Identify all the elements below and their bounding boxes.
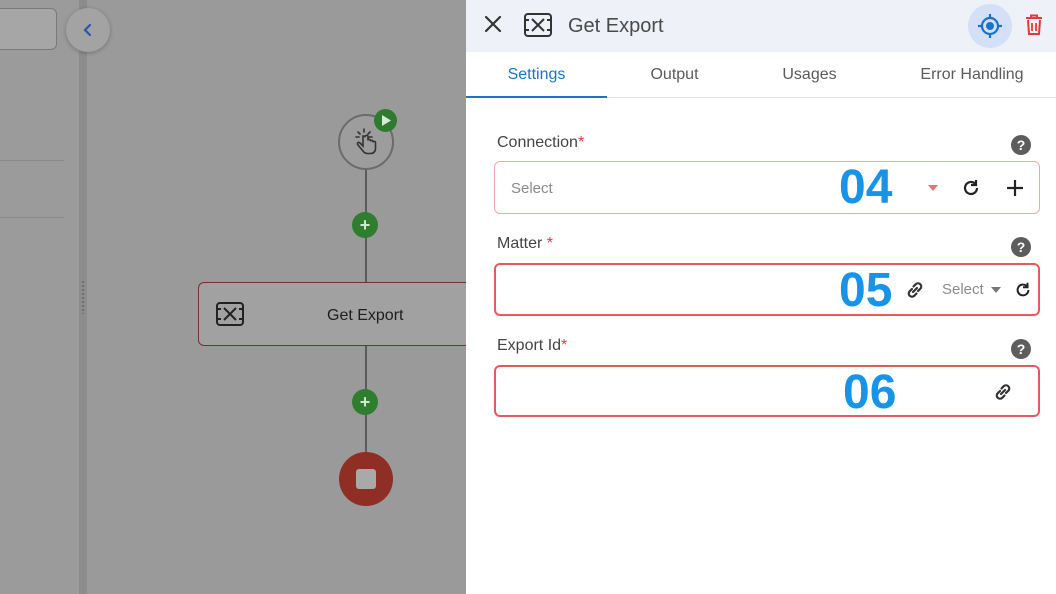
annotation-number: 04: [839, 161, 893, 214]
add-icon[interactable]: [1003, 176, 1027, 200]
connection-placeholder: Select: [511, 180, 553, 197]
workflow-canvas: + Get Export +: [0, 0, 466, 594]
tab-settings[interactable]: Settings: [466, 52, 607, 98]
step-node-label: Get Export: [327, 307, 404, 324]
matter-select-label[interactable]: Select: [942, 281, 984, 298]
export-id-field[interactable]: 06: [494, 365, 1040, 417]
refresh-icon[interactable]: [959, 176, 983, 200]
matter-label: Matter *: [497, 235, 554, 252]
connection-label: Connection*: [497, 134, 585, 151]
refresh-icon[interactable]: [1012, 279, 1034, 301]
rail-search-box[interactable]: [0, 8, 57, 50]
step-node-get-export[interactable]: Get Export: [198, 282, 466, 346]
panel-tabs: Settings Output Usages Error Handling: [466, 52, 1056, 98]
trash-icon: [1026, 14, 1042, 35]
play-icon: [381, 115, 391, 126]
left-rail: [0, 0, 80, 594]
connection-select[interactable]: Select 04: [494, 161, 1040, 214]
stop-icon: [356, 469, 376, 489]
chevron-left-icon: [83, 23, 92, 37]
target-icon: [978, 14, 1002, 38]
close-icon[interactable]: [482, 13, 504, 35]
dropdown-caret-icon[interactable]: [925, 180, 941, 196]
tab-error-handling[interactable]: Error Handling: [877, 52, 1056, 98]
collapse-sidebar-button[interactable]: [66, 8, 110, 52]
help-icon[interactable]: ?: [1011, 339, 1031, 359]
plus-icon: +: [359, 392, 371, 412]
annotation-number: 05: [839, 264, 893, 317]
help-icon[interactable]: ?: [1011, 237, 1031, 257]
export-id-label: Export Id*: [497, 337, 568, 354]
link-icon[interactable]: [902, 277, 928, 303]
link-icon[interactable]: [990, 379, 1016, 405]
plus-icon: +: [359, 215, 371, 235]
step-settings-panel: Get Export Settings Output Usages Error …: [466, 0, 1056, 594]
drag-dots-icon[interactable]: [81, 280, 85, 314]
export-step-icon: [216, 302, 244, 326]
rail-divider-line: [0, 217, 64, 218]
panel-title: Get Export: [568, 15, 664, 37]
annotation-number: 06: [843, 366, 897, 419]
export-step-icon: [524, 13, 552, 37]
rail-divider-line: [0, 160, 64, 161]
dropdown-caret-icon[interactable]: [990, 285, 1002, 295]
hand-pointer-icon: [355, 128, 377, 155]
matter-field[interactable]: 05 Select: [494, 263, 1040, 316]
play-badge[interactable]: [374, 109, 397, 132]
panel-header: Get Export: [466, 0, 1056, 52]
add-step-button[interactable]: +: [352, 212, 378, 238]
add-step-button[interactable]: +: [352, 389, 378, 415]
locate-step-button[interactable]: [968, 4, 1012, 48]
help-icon[interactable]: ?: [1011, 135, 1031, 155]
tab-output[interactable]: Output: [607, 52, 742, 98]
delete-step-button[interactable]: [1022, 12, 1046, 38]
tab-usages[interactable]: Usages: [742, 52, 877, 98]
stop-node[interactable]: [339, 452, 393, 506]
